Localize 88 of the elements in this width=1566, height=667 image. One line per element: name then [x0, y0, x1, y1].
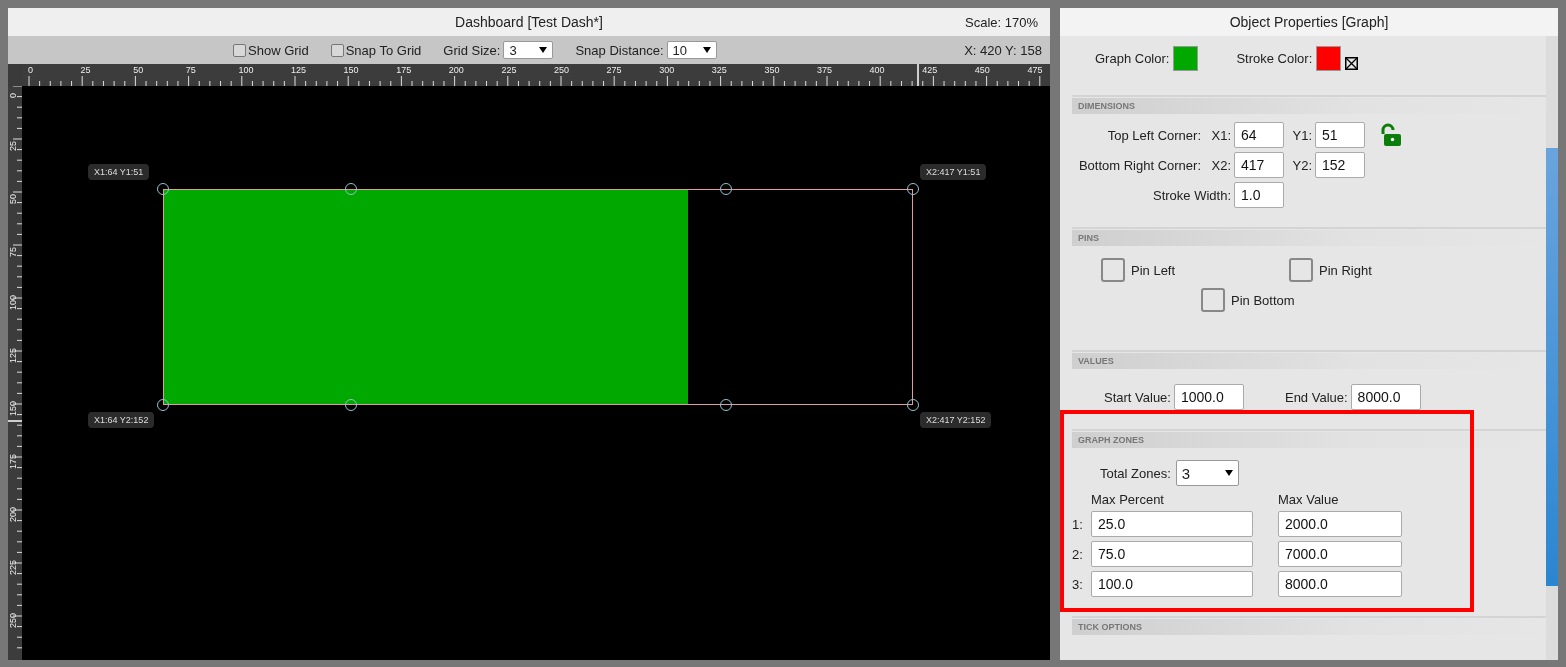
panel-title: Object Properties [Graph]: [1060, 8, 1558, 36]
color-label: Stroke Color:: [1236, 50, 1313, 66]
ruler-label: 250: [8, 612, 18, 628]
ruler-label: 275: [606, 65, 622, 75]
max-value-field[interactable]: 2000.0: [1278, 511, 1402, 537]
column-header: Max Value: [1278, 492, 1340, 507]
grid-checkbox[interactable]: Show Grid: [233, 42, 309, 58]
coordinate-field[interactable]: 152: [1315, 152, 1365, 178]
ruler-label: 175: [396, 65, 412, 75]
pin-checkbox[interactable]: Pin Left: [1101, 258, 1176, 282]
scale-label: Scale: 170%: [965, 14, 1038, 30]
ruler-label: 125: [291, 65, 307, 75]
coordinate-field[interactable]: 51: [1315, 122, 1365, 148]
dropdown[interactable]: 3: [503, 41, 554, 59]
stroke-width-field[interactable]: 1.0: [1234, 182, 1284, 208]
field-label: Stroke Width:: [1151, 187, 1232, 203]
bar-graph[interactable]: [163, 189, 913, 405]
pin-checkbox[interactable]: Pin Right: [1289, 258, 1372, 282]
max-percent-field[interactable]: 100.0: [1091, 571, 1253, 597]
ruler-label: 425: [922, 65, 938, 75]
caret-icon: [1224, 470, 1233, 476]
ruler-label: 225: [8, 559, 18, 575]
ruler-label: 325: [711, 65, 727, 75]
field-label: X2:: [1210, 157, 1232, 173]
ruler-label: 75: [185, 65, 196, 75]
color-swatch[interactable]: [1316, 45, 1342, 71]
ruler-label: 150: [8, 400, 18, 416]
ruler-label: 75: [8, 247, 18, 257]
field-label: Bottom Right Corner:: [1077, 157, 1202, 173]
field-label: X1:: [1210, 127, 1232, 143]
end-value-field[interactable]: 8000.0: [1350, 384, 1421, 410]
color-label: Graph Color:: [1095, 50, 1170, 66]
total-zones-dropdown[interactable]: 3: [1175, 460, 1239, 486]
field-label: End Value:: [1284, 389, 1348, 405]
max-percent-field[interactable]: 25.0: [1091, 511, 1253, 537]
coordinate-tooltip: X1:64 Y1:51: [88, 164, 150, 180]
ruler-label: 50: [8, 194, 18, 204]
ruler-label: 100: [8, 294, 18, 310]
ruler-label: 50: [133, 65, 144, 75]
ruler-label: 25: [80, 65, 91, 75]
caret-icon: [539, 47, 548, 53]
dropdown-label: Snap Distance:: [575, 42, 664, 58]
ruler-label: 100: [238, 65, 254, 75]
window-title: Dashboard [Test Dash*]: [455, 14, 603, 30]
max-value-field[interactable]: 8000.0: [1278, 571, 1402, 597]
ruler-label: 200: [8, 506, 18, 522]
row-index: 2:: [1072, 546, 1084, 562]
ruler-label: 400: [869, 65, 885, 75]
caret-icon: [702, 47, 711, 53]
grid-checkbox[interactable]: Snap To Grid: [330, 42, 422, 58]
field-label: Total Zones:: [1100, 465, 1171, 481]
start-value-field[interactable]: 1000.0: [1173, 384, 1244, 410]
color-swatch[interactable]: [1173, 45, 1199, 71]
coordinate-tooltip: X2:417 Y2:152: [920, 412, 992, 428]
ruler-label: 375: [817, 65, 833, 75]
ruler-label: 125: [8, 347, 18, 363]
ruler-label: 450: [974, 65, 990, 75]
dropdown-label: Grid Size:: [443, 42, 501, 58]
ruler-label: 175: [8, 453, 18, 469]
ruler-label: 25: [8, 141, 18, 151]
field-label: Top Left Corner:: [1106, 127, 1202, 143]
coordinate-field[interactable]: 64: [1234, 122, 1284, 148]
ruler-label: 250: [554, 65, 570, 75]
coordinate-tooltip: X1:64 Y2:152: [88, 412, 155, 428]
column-header: Max Percent: [1091, 492, 1165, 507]
field-label: Y1:: [1291, 127, 1313, 143]
ruler-label: 225: [501, 65, 517, 75]
ruler-label: 150: [343, 65, 359, 75]
dropdown[interactable]: 10: [666, 41, 717, 59]
clear-color-icon[interactable]: [1345, 56, 1359, 70]
max-percent-field[interactable]: 75.0: [1091, 541, 1253, 567]
coordinate-field[interactable]: 417: [1234, 152, 1284, 178]
row-index: 3:: [1072, 576, 1084, 592]
max-value-field[interactable]: 7000.0: [1278, 541, 1402, 567]
scrollbar[interactable]: [1546, 36, 1558, 660]
ruler-label: 350: [764, 65, 780, 75]
field-label: Y2:: [1291, 157, 1313, 173]
pin-checkbox[interactable]: Pin Bottom: [1201, 288, 1295, 312]
coordinate-tooltip: X2:417 Y1:51: [920, 164, 987, 180]
cursor-position: X: 420 Y: 158: [964, 42, 1042, 58]
ruler-label: 0: [8, 93, 18, 98]
field-label: Start Value:: [1104, 389, 1171, 405]
scrollbar-thumb[interactable]: [1546, 148, 1558, 586]
ruler-label: 300: [659, 65, 675, 75]
row-index: 1:: [1072, 516, 1084, 532]
ruler-label: 200: [448, 65, 464, 75]
ruler-label: 475: [1027, 65, 1043, 75]
ruler-label: 0: [28, 65, 33, 75]
